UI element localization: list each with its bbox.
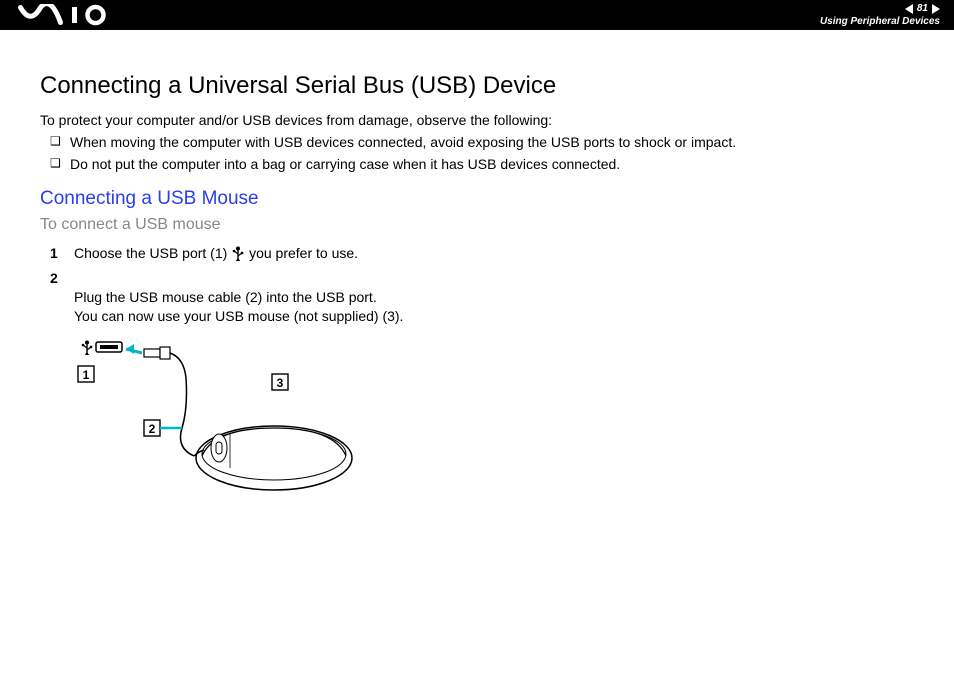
page-number: 81	[917, 3, 928, 15]
step-text-pre: Plug the USB mouse cable (2) into the US…	[74, 289, 403, 324]
page-nav: 81 Using Peripheral Devices	[820, 0, 940, 30]
vaio-logo	[18, 4, 118, 26]
list-item: When moving the computer with USB device…	[50, 134, 914, 150]
step-item: Plug the USB mouse cable (2) into the US…	[50, 269, 914, 326]
subsection-heading: Connecting a USB Mouse	[40, 188, 914, 210]
callout-2: 2	[149, 422, 156, 436]
section-label: Using Peripheral Devices	[820, 16, 940, 28]
header-bar: 81 Using Peripheral Devices	[0, 0, 954, 30]
list-item: Do not put the computer into a bag or ca…	[50, 156, 914, 172]
intro-text: To protect your computer and/or USB devi…	[40, 112, 914, 128]
step-text-post: you prefer to use.	[245, 245, 358, 261]
nav-next-icon[interactable]	[932, 4, 940, 14]
step-text-pre: Choose the USB port (1)	[74, 245, 231, 261]
steps-list: Choose the USB port (1) you prefer to us…	[40, 244, 914, 326]
callout-1: 1	[83, 368, 90, 382]
callout-3: 3	[277, 376, 284, 390]
usb-icon	[231, 246, 245, 262]
page-title: Connecting a Universal Serial Bus (USB) …	[40, 72, 914, 100]
page-content: Connecting a Universal Serial Bus (USB) …	[0, 30, 954, 503]
task-label: To connect a USB mouse	[40, 216, 914, 234]
mouse-diagram: 1 2 3	[74, 338, 374, 503]
step-item: Choose the USB port (1) you prefer to us…	[50, 244, 914, 263]
nav-prev-icon[interactable]	[905, 4, 913, 14]
warning-list: When moving the computer with USB device…	[40, 134, 914, 172]
